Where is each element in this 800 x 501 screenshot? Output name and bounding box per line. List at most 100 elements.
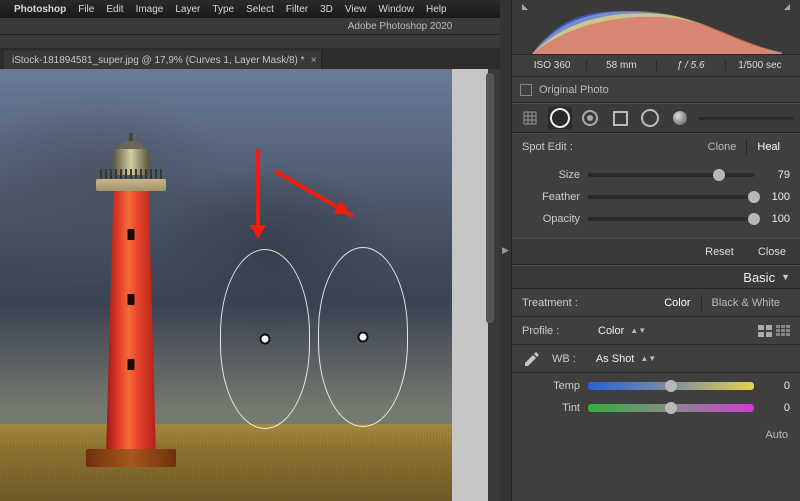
- menu-image[interactable]: Image: [136, 4, 164, 15]
- basic-panel-title: Basic: [743, 270, 775, 285]
- auto-button-row: Auto: [512, 427, 800, 447]
- scrollbar-thumb[interactable]: [486, 73, 494, 323]
- image-ground: [0, 424, 452, 501]
- histogram-graph: [532, 4, 782, 54]
- wb-eyedropper-icon[interactable]: [522, 349, 542, 369]
- spot-feather-thumb[interactable]: [748, 191, 760, 203]
- treatment-row: Treatment : Color Black & White: [512, 289, 800, 317]
- tint-slider[interactable]: Tint 0: [522, 397, 790, 419]
- exif-row: ISO 360 58 mm ƒ / 5.6 1/500 sec: [512, 55, 800, 77]
- exif-focal: 58 mm: [587, 60, 656, 71]
- spot-feather-label: Feather: [522, 191, 580, 203]
- profile-dropdown[interactable]: Color ▲▼: [598, 325, 646, 337]
- tint-label: Tint: [522, 402, 580, 414]
- menu-filter[interactable]: Filter: [286, 4, 308, 15]
- spot-mode-toggle[interactable]: Clone Heal: [698, 139, 790, 155]
- histogram[interactable]: ◣ ◢: [512, 0, 800, 55]
- profile-value: Color: [598, 325, 624, 337]
- caret-icon: ▲▼: [640, 354, 656, 363]
- spot-source-outline[interactable]: [220, 249, 310, 429]
- original-photo-checkbox[interactable]: [520, 84, 532, 96]
- spot-target-outline[interactable]: [318, 247, 408, 427]
- canvas-pasteboard: [452, 69, 488, 501]
- original-photo-toggle[interactable]: Original Photo: [512, 77, 800, 103]
- spot-feather-slider[interactable]: Feather 100: [522, 186, 790, 208]
- spot-size-label: Size: [522, 169, 580, 181]
- temp-value[interactable]: 0: [762, 380, 790, 392]
- original-photo-label: Original Photo: [539, 84, 609, 96]
- wb-row: WB : As Shot ▲▼: [512, 345, 800, 373]
- radial-filter-tool-icon[interactable]: [638, 107, 662, 129]
- caret-icon: ▲▼: [630, 326, 646, 335]
- spot-removal-tool-icon[interactable]: [548, 107, 572, 129]
- auto-button[interactable]: Auto: [765, 429, 788, 441]
- graduated-filter-tool-icon[interactable]: [608, 107, 632, 129]
- menu-view[interactable]: View: [345, 4, 367, 15]
- tint-value[interactable]: 0: [762, 402, 790, 414]
- spot-edit-title: Spot Edit :: [522, 141, 573, 153]
- menu-help[interactable]: Help: [426, 4, 447, 15]
- tool-slider-track[interactable]: [698, 117, 794, 120]
- wb-label: WB :: [552, 353, 576, 365]
- spot-opacity-label: Opacity: [522, 213, 580, 225]
- exif-iso: ISO 360: [518, 60, 587, 71]
- spot-mode-clone[interactable]: Clone: [698, 139, 747, 155]
- menu-3d[interactable]: 3D: [320, 4, 333, 15]
- wb-dropdown[interactable]: As Shot ▲▼: [596, 353, 656, 365]
- window-title: Adobe Photoshop 2020: [348, 21, 453, 32]
- spot-edit-panel: Spot Edit : Clone Heal Size 79 Feather 1…: [512, 133, 800, 265]
- menu-type[interactable]: Type: [212, 4, 234, 15]
- spot-opacity-slider[interactable]: Opacity 100: [522, 208, 790, 230]
- spot-feather-value[interactable]: 100: [762, 191, 790, 203]
- histogram-left-clip-icon[interactable]: ◣: [522, 2, 528, 11]
- treatment-toggle[interactable]: Color Black & White: [654, 295, 790, 311]
- spot-target-handle[interactable]: [358, 332, 369, 343]
- close-tab-icon[interactable]: ×: [311, 55, 317, 66]
- panel-collapse-rail[interactable]: ▶: [500, 0, 512, 501]
- spot-close-button[interactable]: Close: [758, 246, 786, 258]
- spot-source-handle[interactable]: [260, 334, 271, 345]
- menu-edit[interactable]: Edit: [106, 4, 123, 15]
- canvas[interactable]: [0, 69, 500, 501]
- spot-size-thumb[interactable]: [713, 169, 725, 181]
- develop-panel-stack: ▶ ◣ ◢ ISO 360 58 mm ƒ / 5.6 1/500 sec Or…: [500, 0, 800, 501]
- treatment-label: Treatment :: [522, 297, 598, 309]
- collapse-icon: ▼: [781, 272, 790, 282]
- exif-aperture: ƒ / 5.6: [657, 60, 726, 71]
- histogram-right-clip-icon[interactable]: ◢: [784, 2, 790, 11]
- tint-thumb[interactable]: [665, 402, 677, 414]
- spot-opacity-thumb[interactable]: [748, 213, 760, 225]
- spot-opacity-value[interactable]: 100: [762, 213, 790, 225]
- temp-thumb[interactable]: [665, 380, 677, 392]
- spot-size-slider[interactable]: Size 79: [522, 164, 790, 186]
- menu-layer[interactable]: Layer: [175, 4, 200, 15]
- document-tab[interactable]: iStock-181894581_super.jpg @ 17,9% (Curv…: [4, 51, 322, 69]
- profile-grid-small-icon[interactable]: [776, 325, 790, 337]
- spot-mode-heal[interactable]: Heal: [746, 139, 790, 155]
- local-tools-row: [512, 103, 800, 133]
- canvas-scrollbar-v[interactable]: [488, 69, 500, 501]
- adjustment-brush-tool-icon[interactable]: [668, 107, 692, 129]
- temp-slider[interactable]: Temp 0: [522, 375, 790, 397]
- treatment-color[interactable]: Color: [654, 295, 700, 311]
- menu-file[interactable]: File: [78, 4, 94, 15]
- profile-grid-large-icon[interactable]: [758, 325, 772, 337]
- redeye-tool-icon[interactable]: [578, 107, 602, 129]
- menu-select[interactable]: Select: [246, 4, 274, 15]
- image-lighthouse-top: [96, 141, 166, 191]
- menu-window[interactable]: Window: [378, 4, 414, 15]
- annotation-arrow-down: [256, 149, 260, 227]
- profile-row: Profile : Color ▲▼: [512, 317, 800, 345]
- spot-size-value[interactable]: 79: [762, 169, 790, 181]
- image-lighthouse-base: [86, 449, 176, 467]
- spot-reset-button[interactable]: Reset: [705, 246, 734, 258]
- image-lighthouse: [106, 189, 156, 457]
- wb-value: As Shot: [596, 353, 635, 365]
- treatment-bw[interactable]: Black & White: [701, 295, 790, 311]
- temp-label: Temp: [522, 380, 580, 392]
- collapse-icon: ▶: [502, 245, 509, 256]
- crop-tool-icon[interactable]: [518, 107, 542, 129]
- basic-panel-header[interactable]: Basic ▼: [512, 265, 800, 289]
- app-name[interactable]: Photoshop: [14, 4, 66, 15]
- document-tab-label: iStock-181894581_super.jpg @ 17,9% (Curv…: [12, 55, 305, 66]
